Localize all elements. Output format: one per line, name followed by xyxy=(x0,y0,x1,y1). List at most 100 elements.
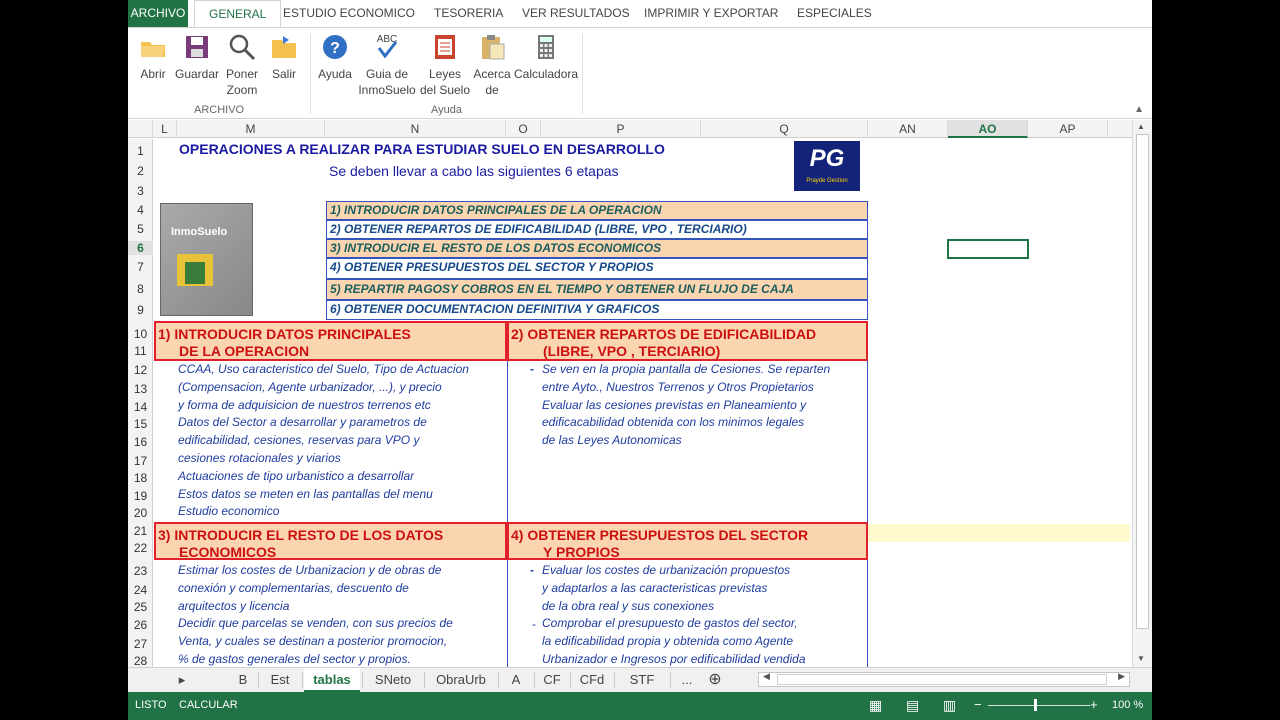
poner-zoom-button[interactable]: Poner Zoom xyxy=(222,32,262,98)
guia-inmosuelo-button[interactable]: ABC Guia de InmoSuelo xyxy=(356,32,418,98)
tab-estudio-economico[interactable]: ESTUDIO ECONOMICO xyxy=(269,0,429,27)
leyes-suelo-button[interactable]: Leyes del Suelo xyxy=(418,32,472,98)
sheet-tab-a[interactable]: A xyxy=(500,668,532,692)
hscroll-thumb[interactable] xyxy=(777,674,1107,685)
section-1-body: CCAA, Uso caracteristico del Suelo, Tipo… xyxy=(178,361,469,521)
row-header[interactable]: 14 xyxy=(128,400,153,414)
sheet-tab-sneto[interactable]: SNeto xyxy=(364,668,422,692)
acerca-de-button[interactable]: Acerca de xyxy=(472,32,512,98)
row-header[interactable]: 23 xyxy=(128,564,153,578)
more-sheets-button[interactable]: ... xyxy=(672,668,702,692)
column-header-l[interactable]: L xyxy=(153,120,177,138)
row-header[interactable]: 27 xyxy=(128,637,153,651)
sheet-tab-cf[interactable]: CF xyxy=(536,668,568,692)
scroll-right-icon[interactable]: ▶ xyxy=(1118,671,1125,682)
sheet-tab-obraurb[interactable]: ObraUrb xyxy=(426,668,496,692)
body-line: Evaluar las cesiones previstas en Planea… xyxy=(542,397,807,412)
row-header[interactable]: 4 xyxy=(128,203,153,217)
row-header[interactable]: 17 xyxy=(128,454,153,468)
sheet-tab-stf[interactable]: STF xyxy=(616,668,668,692)
page-break-icon[interactable]: ▥ xyxy=(943,697,956,714)
row-header[interactable]: 22 xyxy=(128,541,153,555)
column-header-o[interactable]: O xyxy=(506,120,541,138)
step-1: 1) INTRODUCIR DATOS PRINCIPALES DE LA OP… xyxy=(326,201,868,220)
next-sheet-icon[interactable]: ▸ xyxy=(172,668,192,692)
collapse-ribbon-icon[interactable]: ▲ xyxy=(1134,104,1144,115)
row-header[interactable]: 16 xyxy=(128,435,153,449)
body-line: y forma de adquisicion de nuestros terre… xyxy=(178,397,431,412)
sheet-tab-b[interactable]: B xyxy=(228,668,258,692)
normal-view-icon[interactable]: ▦ xyxy=(869,697,882,714)
select-all-corner[interactable] xyxy=(128,120,153,138)
magnifier-icon xyxy=(229,34,256,61)
row-header[interactable]: 1 xyxy=(128,144,153,158)
row-header[interactable]: 24 xyxy=(128,583,153,597)
guardar-button[interactable]: Guardar xyxy=(174,32,220,82)
tab-ver-resultados[interactable]: VER RESULTADOS xyxy=(508,0,644,27)
row-header[interactable]: 19 xyxy=(128,489,153,503)
row-header[interactable]: 11 xyxy=(128,344,153,358)
column-header-p[interactable]: P xyxy=(541,120,701,138)
row-header[interactable]: 13 xyxy=(128,382,153,396)
row-header[interactable]: 6 xyxy=(128,241,153,255)
sheet-grid[interactable]: OPERACIONES A REALIZAR PARA ESTUDIAR SUE… xyxy=(154,139,1132,667)
body-line: Comprobar el presupuesto de gastos del s… xyxy=(542,616,798,631)
zoom-level[interactable]: 100 % xyxy=(1112,699,1143,711)
row-header[interactable]: 12 xyxy=(128,363,153,377)
zoom-slider[interactable] xyxy=(988,705,1090,706)
row-header[interactable]: 10 xyxy=(128,327,153,341)
spreadsheet-app: ARCHIVO GENERAL ESTUDIO ECONOMICO TESORE… xyxy=(128,0,1152,720)
sheet-tab-tablas[interactable]: tablas xyxy=(304,668,360,692)
row-header[interactable]: 3 xyxy=(128,184,153,198)
row-header[interactable]: 18 xyxy=(128,471,153,485)
status-calc[interactable]: CALCULAR xyxy=(179,699,238,711)
book-title: InmoSuelo xyxy=(171,226,228,238)
salir-button[interactable]: Salir xyxy=(266,32,302,82)
add-sheet-icon[interactable]: ⊕ xyxy=(704,668,726,692)
zoom-in-icon[interactable]: + xyxy=(1090,697,1098,712)
scroll-thumb[interactable] xyxy=(1136,134,1149,629)
column-header-q[interactable]: Q xyxy=(701,120,868,138)
zoom-slider-knob[interactable] xyxy=(1034,699,1037,711)
row-header[interactable]: 9 xyxy=(128,303,153,317)
section-3-body: Estimar los costes de Urbanizacion y de … xyxy=(178,562,453,667)
zoom-out-icon[interactable]: − xyxy=(974,697,982,712)
tab-imprimir-exportar[interactable]: IMPRIMIR Y EXPORTAR xyxy=(630,0,792,27)
column-header-ap[interactable]: AP xyxy=(1028,120,1108,138)
selected-cell[interactable] xyxy=(947,239,1029,259)
sheet-tab-cfd[interactable]: CFd xyxy=(572,668,612,692)
row-header[interactable]: 2 xyxy=(128,164,153,178)
tab-especiales[interactable]: ESPECIALES xyxy=(783,0,886,27)
tab-tesoreria[interactable]: TESORERIA xyxy=(420,0,517,27)
section-1-title-line-1: 1) INTRODUCIR DATOS PRINCIPALES xyxy=(158,326,411,342)
row-header[interactable]: 26 xyxy=(128,618,153,632)
ayuda-button[interactable]: ? Ayuda xyxy=(316,32,354,82)
tab-archivo[interactable]: ARCHIVO xyxy=(128,0,188,27)
scroll-up-icon[interactable]: ▲ xyxy=(1137,122,1145,131)
scroll-down-icon[interactable]: ▼ xyxy=(1137,654,1145,663)
calculadora-button[interactable]: Calculadora xyxy=(514,32,578,82)
row-header[interactable]: 7 xyxy=(128,260,153,274)
column-header-n[interactable]: N xyxy=(325,120,506,138)
column-header-ao[interactable]: AO xyxy=(948,120,1028,138)
body-line: la edificabilidad propia y obtenida como… xyxy=(542,634,794,649)
vertical-scrollbar[interactable]: ▲ ▼ xyxy=(1132,120,1152,667)
column-header-an[interactable]: AN xyxy=(868,120,948,138)
sheet-tab-est[interactable]: Est xyxy=(260,668,300,692)
row-header[interactable]: 20 xyxy=(128,506,153,520)
body-line: arquitectos y licencia xyxy=(178,598,290,613)
row-header[interactable]: 28 xyxy=(128,654,153,668)
row-header[interactable]: 5 xyxy=(128,222,153,236)
scroll-left-icon[interactable]: ◀ xyxy=(763,671,770,682)
abrir-button[interactable]: Abrir xyxy=(136,32,170,82)
page-layout-icon[interactable]: ▤ xyxy=(906,697,919,714)
guardar-label: Guardar xyxy=(174,67,220,81)
row-header[interactable]: 15 xyxy=(128,417,153,431)
column-header-m[interactable]: M xyxy=(177,120,325,138)
horizontal-scrollbar[interactable]: ◀ ▶ xyxy=(758,671,1130,687)
row-header[interactable]: 21 xyxy=(128,524,153,538)
help-icon: ? xyxy=(323,35,347,59)
body-line: y adaptarlos a las caracteristicas previ… xyxy=(542,580,768,595)
row-header[interactable]: 25 xyxy=(128,600,153,614)
row-header[interactable]: 8 xyxy=(128,282,153,296)
